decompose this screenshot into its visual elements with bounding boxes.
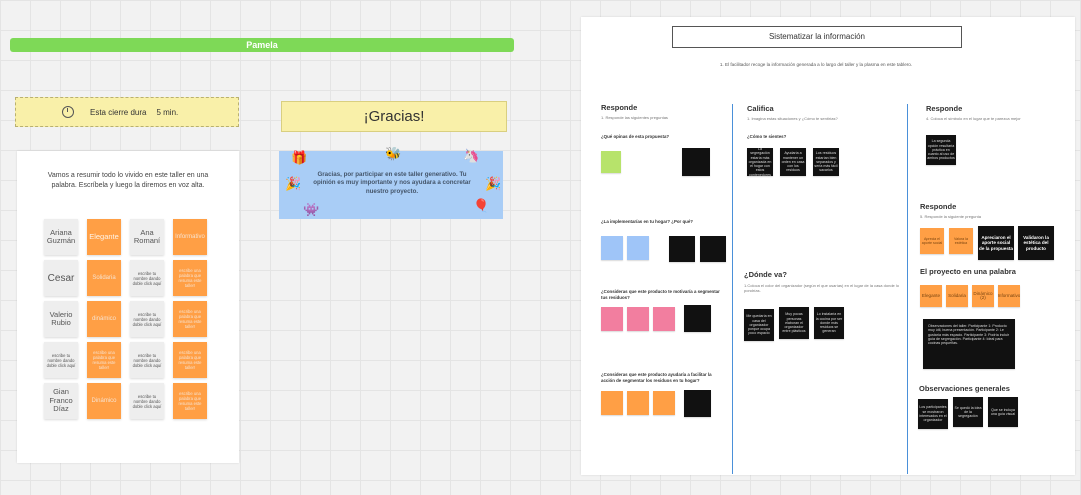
- bee-icon: 🐝: [385, 146, 402, 161]
- sticky-note[interactable]: [700, 236, 726, 262]
- col3-sub2: 5. Responde la siguiente pregunta: [920, 214, 981, 219]
- name-note[interactable]: Ariana Guzmán: [44, 219, 78, 255]
- word-note[interactable]: escribe una palabra que resuma este tall…: [173, 342, 207, 378]
- sticky-note[interactable]: Los residuos estarían bien separados y s…: [813, 148, 839, 176]
- timer-label: Esta cierre dura: [90, 107, 147, 117]
- name-note[interactable]: Cesar: [44, 260, 78, 296]
- word-note[interactable]: dinámico: [87, 301, 121, 337]
- word-note[interactable]: Dinámico: [87, 383, 121, 419]
- sticky-note[interactable]: [653, 391, 675, 415]
- column-divider: [732, 104, 733, 474]
- col3-sub: 4. Coloca el símbolo en el lugar que te …: [926, 116, 1021, 121]
- col2-heading2: ¿Dónde va?: [744, 270, 787, 279]
- name-note[interactable]: escribe tu nombre dando doble click aquí: [130, 260, 164, 296]
- board-title[interactable]: Sistematizar la información: [672, 26, 962, 48]
- frame-title-bar[interactable]: Pamela: [10, 38, 514, 52]
- sticky-note[interactable]: Muy pocas personas elaboran el organizad…: [779, 307, 809, 339]
- sticky-note[interactable]: La segunda opción resultaría práctica en…: [926, 135, 956, 165]
- sticky-note[interactable]: Aprecia el aporte social: [920, 228, 944, 254]
- sticky-note[interactable]: [627, 236, 649, 260]
- sticky-note[interactable]: Que se incluya una guía visual: [988, 397, 1018, 427]
- summary-instructions: Vamos a resumir todo lo vivido en este t…: [47, 172, 209, 189]
- sticky-note[interactable]: [682, 148, 710, 176]
- word-note[interactable]: Elegante: [87, 219, 121, 255]
- sistematizar-board: Sistematizar la información 1. El facili…: [581, 17, 1075, 475]
- col2-heading: Califica: [747, 104, 774, 113]
- word-note[interactable]: Informativo: [998, 285, 1020, 307]
- sticky-note[interactable]: [684, 305, 711, 332]
- sticky-note[interactable]: Ayudaría a mantener un orden en casa con…: [780, 148, 806, 176]
- timer-card[interactable]: Esta cierre dura 5 min.: [15, 97, 239, 127]
- question: ¿Qué opinas de esta propuesta?: [601, 134, 670, 139]
- sticky-note[interactable]: [601, 236, 623, 260]
- name-note[interactable]: Gian Franco Díaz: [44, 383, 78, 419]
- question: ¿La implementarías en tu hogar? ¿Por qué…: [601, 219, 693, 224]
- sticky-note[interactable]: Se quedó la idea de la segregación: [953, 397, 983, 427]
- name-note[interactable]: escribe tu nombre dando doble click aquí: [130, 342, 164, 378]
- gracias-title[interactable]: ¡Gracias!: [281, 101, 507, 132]
- party-popper-icon: 🎉: [485, 176, 502, 191]
- col2-sub2: 1.Coloca el color del organizador (según…: [744, 283, 899, 293]
- word-note[interactable]: Informativo: [173, 219, 207, 255]
- word-note[interactable]: Dinámico (2): [972, 285, 994, 307]
- sticky-note[interactable]: [601, 391, 623, 415]
- name-note[interactable]: escribe tu nombre dando doble click aquí: [44, 342, 78, 378]
- sticky-note[interactable]: Valora la estética: [949, 228, 973, 254]
- col3-heading2: Responde: [920, 202, 957, 211]
- col1-heading: Responde: [601, 103, 638, 112]
- question: ¿Cómo te sientes?: [747, 134, 787, 139]
- sticky-note[interactable]: Validaron la estética del producto: [1018, 226, 1054, 260]
- summary-box[interactable]: Observaciones del taller. Participante 1…: [923, 319, 1015, 369]
- summary-card: Vamos a resumir todo lo vivido en este t…: [17, 151, 239, 463]
- gracias-card[interactable]: 🎁 🐝 🦄 🎉 🎉 👾 🎈 Gracias, por participar en…: [279, 147, 503, 219]
- word-note[interactable]: Solidaria: [946, 285, 968, 307]
- sticky-note[interactable]: Los participantes se mostraron interesad…: [918, 399, 948, 429]
- gracias-message: Gracias, por participar en este taller g…: [313, 171, 471, 195]
- word-note[interactable]: Elegante: [920, 285, 942, 307]
- unicorn-icon: 🦄: [463, 148, 480, 163]
- name-note[interactable]: escribe tu nombre dando doble click aquí: [130, 301, 164, 337]
- question: ¿Consideras que este producto te motivar…: [601, 289, 720, 300]
- name-note[interactable]: Ana Romaní: [130, 219, 164, 255]
- sticky-note[interactable]: [653, 307, 675, 331]
- gift-icon: 🎁: [291, 150, 308, 165]
- timer-icon: [62, 106, 74, 118]
- col1-sub: 1. Responde las siguientes preguntas: [601, 115, 668, 120]
- col2-sub: 1. Imagina estas situaciones y ¿Cómo te …: [747, 116, 838, 121]
- col3-heading3: El proyecto en una palabra: [920, 267, 1016, 276]
- party-popper-icon: 🎉: [285, 176, 302, 191]
- word-note[interactable]: escribe una palabra que resuma este tall…: [87, 342, 121, 378]
- sticky-note[interactable]: [601, 307, 623, 331]
- col3-heading4: Observaciones generales: [919, 384, 1010, 393]
- sticky-note[interactable]: Lo instalaría en la cocina por ser donde…: [814, 307, 844, 339]
- board-subtitle: 1. El facilitador recoge la información …: [719, 62, 913, 67]
- word-note[interactable]: escribe una palabra que resuma este tall…: [173, 383, 207, 419]
- word-note[interactable]: Solidaria: [87, 260, 121, 296]
- name-note[interactable]: Valerio Rubio: [44, 301, 78, 337]
- sticky-note[interactable]: [627, 307, 649, 331]
- sticky-note[interactable]: [669, 236, 695, 262]
- sticky-note[interactable]: [627, 391, 649, 415]
- sticky-note[interactable]: Apreciaron el aporte social de la propue…: [978, 226, 1014, 260]
- monster-icon: 👾: [303, 202, 320, 217]
- word-note[interactable]: escribe una palabra que resuma este tall…: [173, 260, 207, 296]
- timer-value: 5 min.: [156, 107, 179, 117]
- col3-heading: Responde: [926, 104, 963, 113]
- sticky-note[interactable]: Me quedaría en casa del organizador porq…: [744, 309, 774, 341]
- sticky-note[interactable]: [684, 390, 711, 417]
- name-note[interactable]: escribe tu nombre dando doble click aquí: [130, 383, 164, 419]
- balloon-icon: 🎈: [473, 198, 490, 213]
- column-divider: [907, 104, 908, 474]
- sticky-note[interactable]: La segregación estaría más organizada en…: [747, 148, 773, 176]
- sticky-note[interactable]: [601, 151, 621, 173]
- question: ¿Consideras que este producto ayudaría a…: [601, 372, 712, 383]
- word-note[interactable]: escribe una palabra que resuma este tall…: [173, 301, 207, 337]
